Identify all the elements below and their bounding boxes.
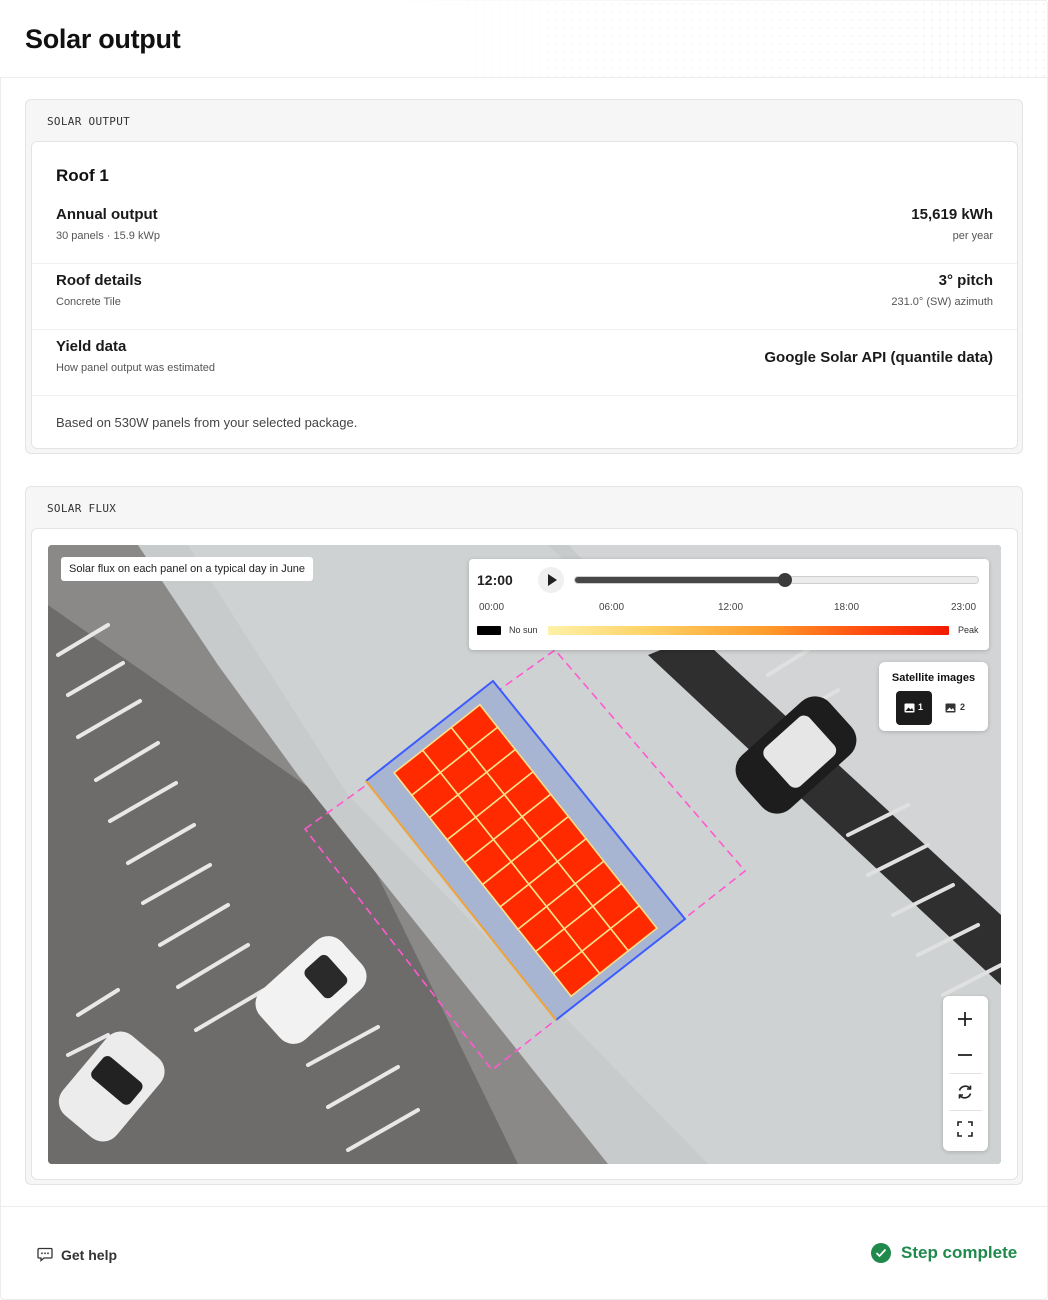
solar-flux-section: SOLAR FLUX Solar flux on each panel on a… (25, 486, 1023, 1185)
roof-pitch-value: 3° pitch (938, 272, 993, 289)
chat-icon (37, 1247, 53, 1262)
satellite-image-switcher: Satellite images 1 2 (879, 662, 988, 731)
annual-output-row: Annual output 30 panels · 15.9 kWp 15,61… (32, 198, 1017, 264)
step-complete-status: Step complete (871, 1241, 1023, 1265)
time-tick: 06:00 (599, 602, 625, 613)
flux-card: Solar flux on each panel on a typical da… (31, 528, 1018, 1180)
zoom-in-button[interactable] (943, 1000, 988, 1037)
row-subtitle: Concrete Tile (56, 296, 121, 308)
time-tick: 12:00 (718, 602, 744, 613)
annual-output-value: 15,619 kWh (911, 206, 993, 223)
row-title: Annual output (56, 206, 158, 223)
time-slider[interactable] (574, 573, 979, 587)
package-note: Based on 530W panels from your selected … (56, 415, 358, 430)
satellite-option-1[interactable]: 1 (896, 691, 932, 725)
satellite-option-label: 1 (918, 702, 924, 712)
page-title: Solar output (25, 24, 181, 54)
page-header: Solar output (0, 0, 1048, 78)
time-tick: 18:00 (834, 602, 860, 613)
zoom-out-button[interactable] (943, 1036, 988, 1073)
satellite-option-label: 2 (960, 702, 966, 712)
row-subtitle: How panel output was estimated (56, 362, 215, 374)
yield-data-row: Yield data How panel output was estimate… (32, 330, 1017, 396)
satellite-title: Satellite images (891, 672, 976, 684)
satellite-option-2[interactable]: 2 (937, 691, 973, 725)
legend-no-sun-swatch (477, 626, 501, 635)
rotate-reset-icon (958, 1085, 972, 1099)
map-controls (943, 996, 988, 1151)
time-tick: 00:00 (479, 602, 505, 613)
image-icon (945, 703, 956, 713)
row-title: Roof details (56, 272, 142, 289)
yield-source-value: Google Solar API (quantile data) (764, 349, 993, 366)
footer: Get help Step complete (0, 1206, 1048, 1300)
roof-title: Roof 1 (56, 166, 109, 185)
legend-low-label: No sun (509, 625, 538, 635)
get-help-label: Get help (61, 1247, 118, 1263)
flux-caption: Solar flux on each panel on a typical da… (61, 557, 314, 581)
current-time: 12:00 (477, 572, 513, 588)
legend-high-label: Peak (958, 625, 979, 635)
row-title: Yield data (56, 338, 127, 355)
time-slider-panel: 12:00 00:00 06:00 12:00 18:00 23:00 No s… (469, 559, 989, 650)
play-icon[interactable] (538, 567, 564, 593)
fullscreen-icon (957, 1121, 973, 1137)
fullscreen-button[interactable] (943, 1110, 988, 1147)
roof-details-row: Roof details Concrete Tile 3° pitch 231.… (32, 264, 1017, 330)
row-value-sub: 231.0° (SW) azimuth (891, 296, 993, 308)
solar-output-section: SOLAR OUTPUT Roof 1 Annual output 30 pan… (25, 99, 1023, 454)
slider-fill (575, 577, 785, 583)
section-label: SOLAR FLUX (47, 502, 117, 515)
section-label: SOLAR OUTPUT (47, 115, 131, 128)
row-value-sub: per year (952, 230, 993, 242)
step-complete-label: Step complete (901, 1243, 1018, 1262)
zoom-in-icon (958, 1012, 972, 1026)
check-circle-icon (871, 1243, 891, 1263)
rotate-reset-button[interactable] (943, 1073, 988, 1110)
row-subtitle: 30 panels · 15.9 kWp (56, 230, 160, 242)
image-icon (904, 703, 915, 713)
satellite-map[interactable]: Solar flux on each panel on a typical da… (48, 545, 1001, 1164)
slider-thumb[interactable] (777, 573, 792, 587)
zoom-out-icon (958, 1054, 972, 1056)
legend-gradient (548, 626, 949, 635)
roof-card: Roof 1 Annual output 30 panels · 15.9 kW… (31, 141, 1018, 449)
time-tick: 23:00 (951, 602, 977, 613)
